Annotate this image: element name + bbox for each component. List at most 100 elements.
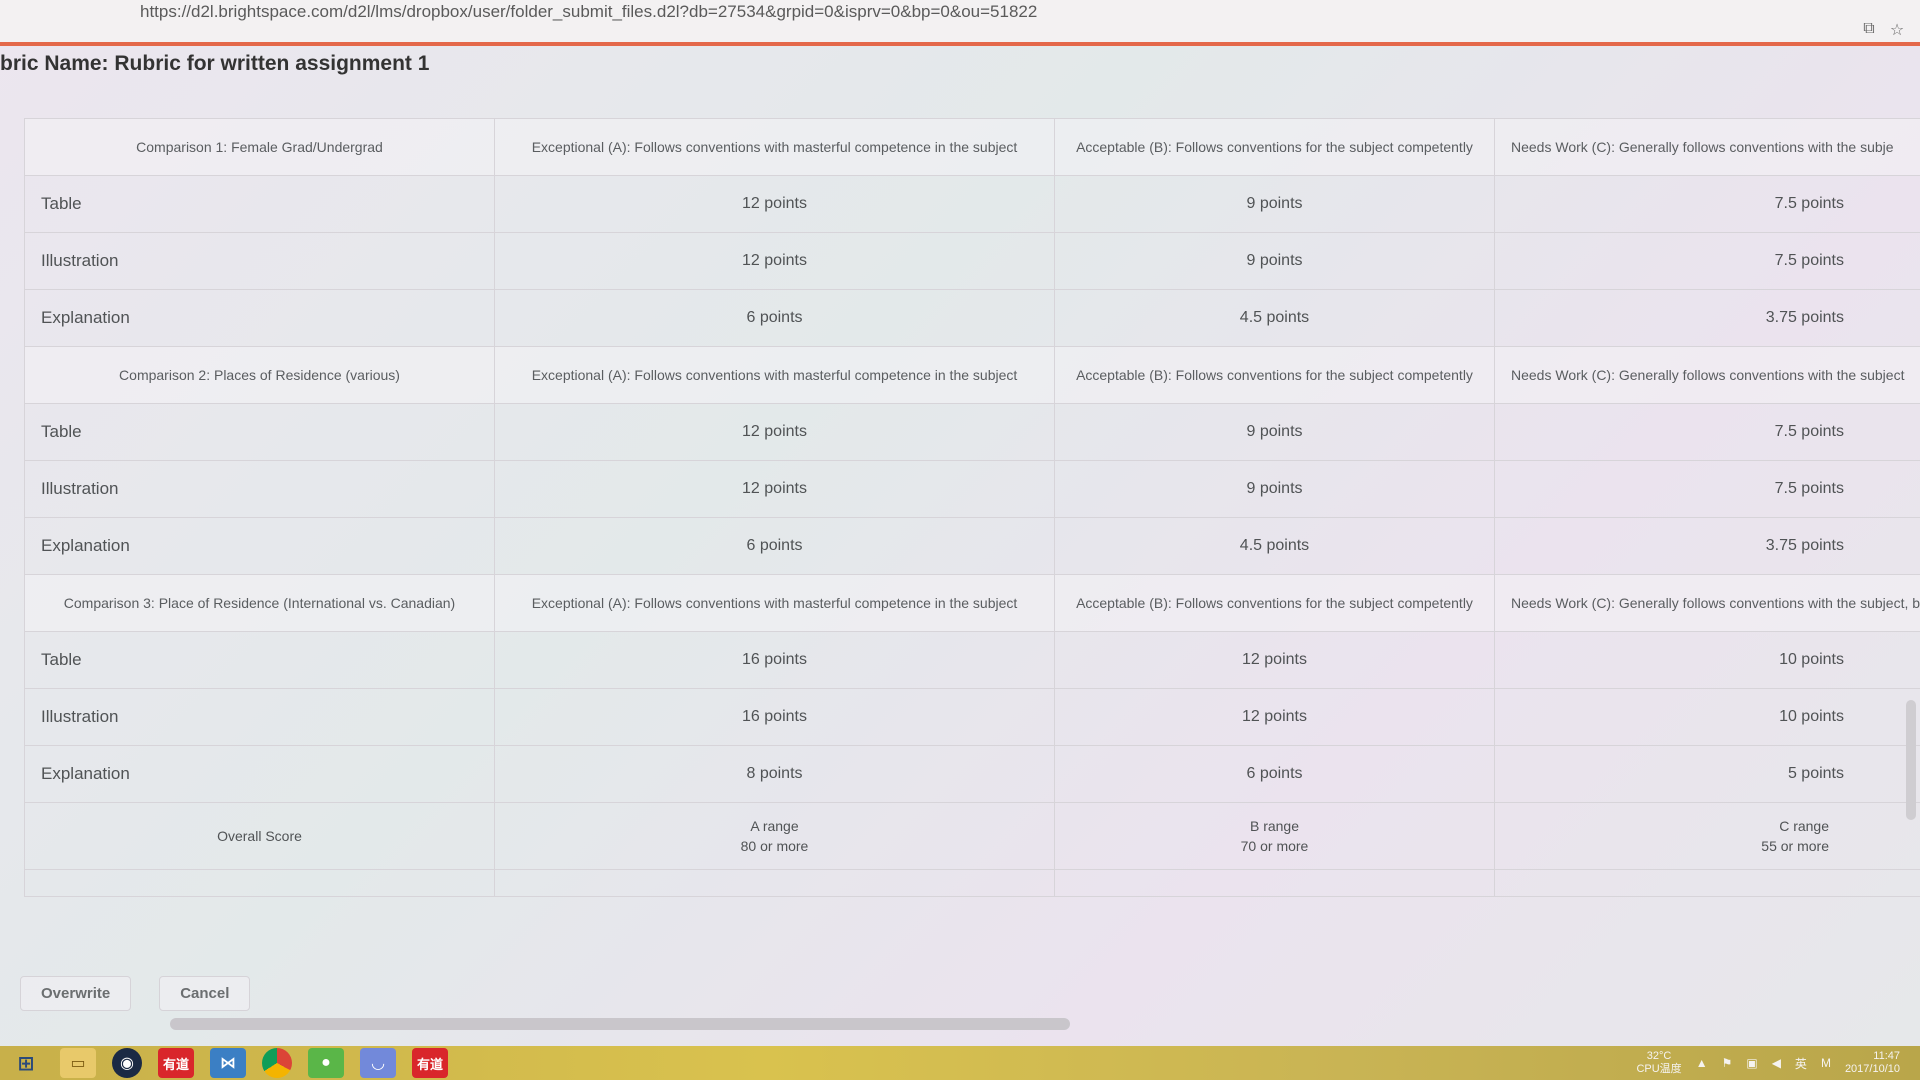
rubric-table: Comparison 1: Female Grad/Undergrad Exce… (24, 118, 1920, 897)
level-c-header: Needs Work (C): Generally follows conven… (1494, 346, 1920, 404)
points-b-cell[interactable]: 9 points (1054, 460, 1495, 518)
network-icon[interactable]: ▣ (1746, 1056, 1757, 1070)
level-a-header: Exceptional (A): Follows conventions wit… (494, 346, 1055, 404)
points-c-cell[interactable]: 7.5 points (1494, 460, 1920, 518)
points-a-cell[interactable]: 12 points (494, 403, 1055, 461)
range-c-title: C range (1779, 818, 1829, 834)
points-a-cell[interactable]: 8 points (494, 745, 1055, 803)
overwrite-button[interactable]: Overwrite (20, 976, 132, 1011)
overall-score-label: Overall Score (24, 802, 495, 870)
criterion-name: Illustration (24, 460, 495, 518)
youdao-dictionary-icon[interactable]: 有道 (158, 1048, 194, 1078)
points-b-cell[interactable]: 4.5 points (1054, 289, 1495, 347)
points-b-cell[interactable]: 12 points (1054, 631, 1495, 689)
criterion-name: Explanation (24, 517, 495, 575)
points-b-cell[interactable]: 4.5 points (1054, 517, 1495, 575)
horizontal-scrollbar[interactable] (170, 1018, 1070, 1030)
steam-icon[interactable]: ◉ (112, 1048, 142, 1078)
windows-taskbar: ⊞ ▭ ◉ 有道 ⋈ ● ◡ 有道 32°C CPU温度 ▲ ⚑ ▣ ◀ 英 M… (0, 1046, 1920, 1080)
taskbar-clock[interactable]: 11:47 2017/10/10 (1845, 1050, 1900, 1076)
points-c-cell[interactable]: 10 points (1494, 631, 1920, 689)
range-c-min: 55 or more (1761, 838, 1829, 854)
criteria-group-title: Comparison 3: Place of Residence (Intern… (24, 574, 495, 632)
address-bar-icons: ⧉ ☆ (1860, 20, 1906, 40)
criterion-name: Illustration (24, 688, 495, 746)
table-row: Explanation 6 points 4.5 points 3.75 poi… (24, 517, 1920, 575)
range-b-title: B range (1249, 818, 1300, 834)
wechat-icon[interactable]: ● (308, 1048, 344, 1078)
table-row: Illustration 16 points 12 points 10 poin… (24, 688, 1920, 746)
points-a-cell[interactable]: 16 points (494, 688, 1055, 746)
points-a-cell[interactable]: 12 points (494, 232, 1055, 290)
range-a-title: A range (750, 818, 799, 834)
volume-icon[interactable]: ◀ (1772, 1056, 1781, 1070)
level-a-header: Exceptional (A): Follows conventions wit… (494, 574, 1055, 632)
table-row: Illustration 12 points 9 points 7.5 poin… (24, 232, 1920, 290)
range-b-min: 70 or more (1240, 838, 1309, 854)
table-row: Table 12 points 9 points 7.5 points (24, 403, 1920, 461)
points-c-cell[interactable]: 3.75 points (1494, 517, 1920, 575)
ime-mode[interactable]: M (1821, 1056, 1831, 1070)
points-b-cell[interactable]: 12 points (1054, 688, 1495, 746)
points-b-cell[interactable]: 9 points (1054, 232, 1495, 290)
points-c-cell[interactable]: 7.5 points (1494, 232, 1920, 290)
level-b-header: Acceptable (B): Follows conventions for … (1054, 118, 1495, 176)
vertical-scrollbar[interactable] (1906, 700, 1916, 820)
level-c-header: Needs Work (C): Generally follows conven… (1494, 118, 1920, 176)
overall-c-range: C range 55 or more (1494, 802, 1920, 870)
points-a-cell[interactable]: 12 points (494, 460, 1055, 518)
points-b-cell[interactable]: 9 points (1054, 403, 1495, 461)
level-c-header: Needs Work (C): Generally follows conven… (1494, 574, 1920, 632)
url-text[interactable]: https://d2l.brightspace.com/d2l/lms/drop… (140, 2, 1037, 22)
system-tray: 32°C CPU温度 ▲ ⚑ ▣ ◀ 英 M 11:47 2017/10/10 (1636, 1050, 1920, 1076)
level-b-header: Acceptable (B): Follows conventions for … (1054, 346, 1495, 404)
clock-date: 2017/10/10 (1844, 1063, 1900, 1075)
ime-language[interactable]: 英 (1795, 1055, 1807, 1072)
table-row: Illustration 12 points 9 points 7.5 poin… (24, 460, 1920, 518)
points-c-cell[interactable]: 10 points (1494, 688, 1920, 746)
level-a-header: Exceptional (A): Follows conventions wit… (494, 118, 1055, 176)
criterion-name: Explanation (24, 745, 495, 803)
points-c-cell[interactable]: 3.75 points (1494, 289, 1920, 347)
criterion-name: Table (24, 631, 495, 689)
criterion-name: Illustration (24, 232, 495, 290)
cpu-temperature[interactable]: 32°C CPU温度 (1636, 1050, 1681, 1076)
criteria-group-title: Comparison 1: Female Grad/Undergrad (24, 118, 495, 176)
flag-icon[interactable]: ⚑ (1722, 1056, 1733, 1070)
chrome-icon[interactable] (262, 1048, 292, 1078)
overall-b-range: B range 70 or more (1054, 802, 1495, 870)
browser-address-bar[interactable]: https://d2l.brightspace.com/d2l/lms/drop… (0, 0, 1920, 46)
points-a-cell[interactable]: 12 points (494, 175, 1055, 233)
points-a-cell[interactable]: 6 points (494, 517, 1055, 575)
overall-a-range: A range 80 or more (494, 802, 1055, 870)
rubric-section-header: Comparison 3: Place of Residence (Intern… (24, 574, 1920, 632)
screen: https://d2l.brightspace.com/d2l/lms/drop… (0, 0, 1920, 1080)
cpu-temp-label: CPU温度 (1636, 1063, 1682, 1075)
bookmark-star-icon[interactable]: ☆ (1888, 20, 1906, 40)
points-a-cell[interactable]: 6 points (494, 289, 1055, 347)
file-explorer-icon[interactable]: ▭ (60, 1048, 96, 1078)
points-c-cell[interactable]: 5 points (1494, 745, 1920, 803)
translate-icon[interactable]: ⧉ (1860, 20, 1878, 40)
points-c-cell[interactable]: 7.5 points (1494, 175, 1920, 233)
tray-expand-icon[interactable]: ▲ (1696, 1056, 1708, 1070)
points-a-cell[interactable]: 16 points (494, 631, 1055, 689)
table-row: Table 16 points 12 points 10 points (24, 631, 1920, 689)
level-b-header: Acceptable (B): Follows conventions for … (1054, 574, 1495, 632)
youdao-notes-icon[interactable]: 有道 (412, 1048, 448, 1078)
points-c-cell[interactable]: 7.5 points (1494, 403, 1920, 461)
criteria-group-title: Comparison 2: Places of Residence (vario… (24, 346, 495, 404)
criterion-name: Explanation (24, 289, 495, 347)
cpu-temp-value: 32°C (1646, 1050, 1672, 1062)
rubric-section-header: Comparison 2: Places of Residence (vario… (24, 346, 1920, 404)
visual-studio-icon[interactable]: ⋈ (210, 1048, 246, 1078)
range-a-min: 80 or more (740, 838, 809, 854)
clock-time: 11:47 (1873, 1050, 1900, 1062)
criterion-name: Table (24, 175, 495, 233)
points-b-cell[interactable]: 6 points (1054, 745, 1495, 803)
points-b-cell[interactable]: 9 points (1054, 175, 1495, 233)
discord-icon[interactable]: ◡ (360, 1048, 396, 1078)
windows-start-icon[interactable]: ⊞ (8, 1048, 44, 1078)
cancel-button[interactable]: Cancel (159, 976, 251, 1011)
table-row: Table 12 points 9 points 7.5 points (24, 175, 1920, 233)
